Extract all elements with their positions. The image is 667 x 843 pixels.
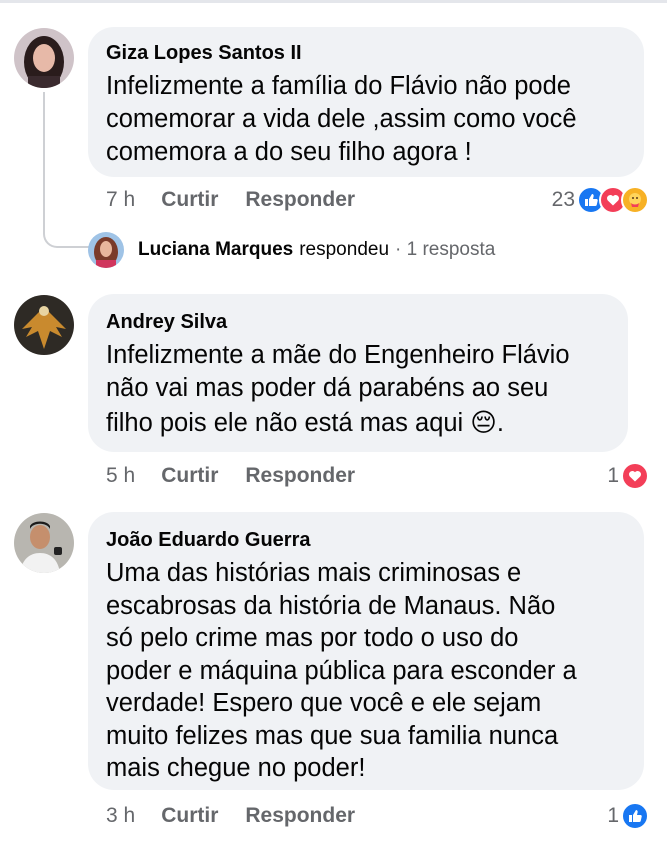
reaction-count: 1 (607, 804, 619, 827)
comment-author[interactable]: João Eduardo Guerra (106, 528, 311, 552)
comment-author[interactable]: Andrey Silva (106, 310, 227, 334)
comment-text-line: comemorar a vida dele ,assim como você (106, 105, 577, 133)
like-icon (621, 802, 649, 830)
comment-time[interactable]: 5 h (106, 463, 135, 489)
thread-connector (43, 92, 89, 248)
reply-action: respondeu (299, 239, 390, 260)
top-divider (0, 0, 667, 3)
profile-photo-joao (14, 513, 74, 573)
comment-text-line: Uma das histórias mais criminosas e (106, 559, 522, 587)
reaction-count: 1 (607, 464, 619, 487)
like-button[interactable]: Curtir (161, 803, 218, 829)
comment-text-line: só pelo crime mas por todo o uso do (106, 624, 519, 652)
comment-actions: 7 h Curtir Responder (106, 187, 355, 213)
reaction-summary[interactable]: 23 (552, 186, 649, 214)
comment-actions: 3 h Curtir Responder (106, 803, 355, 829)
comment-text-line: muito felizes mas que sua familia nunca (106, 722, 559, 750)
profile-photo-andrey (14, 295, 74, 355)
comment-author[interactable]: Giza Lopes Santos II (106, 41, 302, 65)
like-button[interactable]: Curtir (161, 187, 218, 213)
comment-text-line: Infelizmente a mãe do Engenheiro Flávio (106, 341, 570, 369)
comment-text-line: verdade! Espero que você e ele sejam (106, 689, 542, 717)
reply-button[interactable]: Responder (245, 463, 355, 489)
comment-text-line: mais chegue no poder! (106, 754, 366, 782)
reply-author: Luciana Marques (138, 239, 294, 260)
love-icon (621, 462, 649, 490)
avatar (88, 232, 124, 268)
comment-time[interactable]: 3 h (106, 803, 135, 829)
comment-text-line: Infelizmente a família do Flávio não pod… (106, 72, 571, 100)
comment-text-line: comemora a do seu filho agora ! (106, 138, 472, 166)
reaction-summary[interactable]: 1 (607, 802, 649, 830)
avatar[interactable] (14, 295, 74, 355)
comment-time[interactable]: 7 h (106, 187, 135, 213)
comment-text-line: poder e máquina pública para esconder a (106, 657, 577, 685)
care-icon (621, 186, 649, 214)
reaction-summary[interactable]: 1 (607, 462, 649, 490)
comment-actions: 5 h Curtir Responder (106, 463, 355, 489)
like-button[interactable]: Curtir (161, 463, 218, 489)
profile-photo-giza (14, 28, 74, 88)
comment-text-line: não vai mas poder dá parabéns ao seu (106, 374, 549, 402)
view-replies-link[interactable]: Luciana Marques respondeu · 1 resposta (88, 232, 495, 268)
comment-text-line: filho pois ele não está mas aqui 😔. (106, 409, 504, 437)
profile-photo-luciana (88, 232, 124, 268)
reply-count: · 1 resposta (395, 239, 496, 260)
reply-button[interactable]: Responder (245, 803, 355, 829)
reaction-count: 23 (551, 188, 575, 211)
reply-button[interactable]: Responder (245, 187, 355, 213)
comment-text-line: escabrosas da história de Manaus. Não (106, 592, 556, 620)
avatar[interactable] (14, 513, 74, 573)
avatar[interactable] (14, 28, 74, 88)
